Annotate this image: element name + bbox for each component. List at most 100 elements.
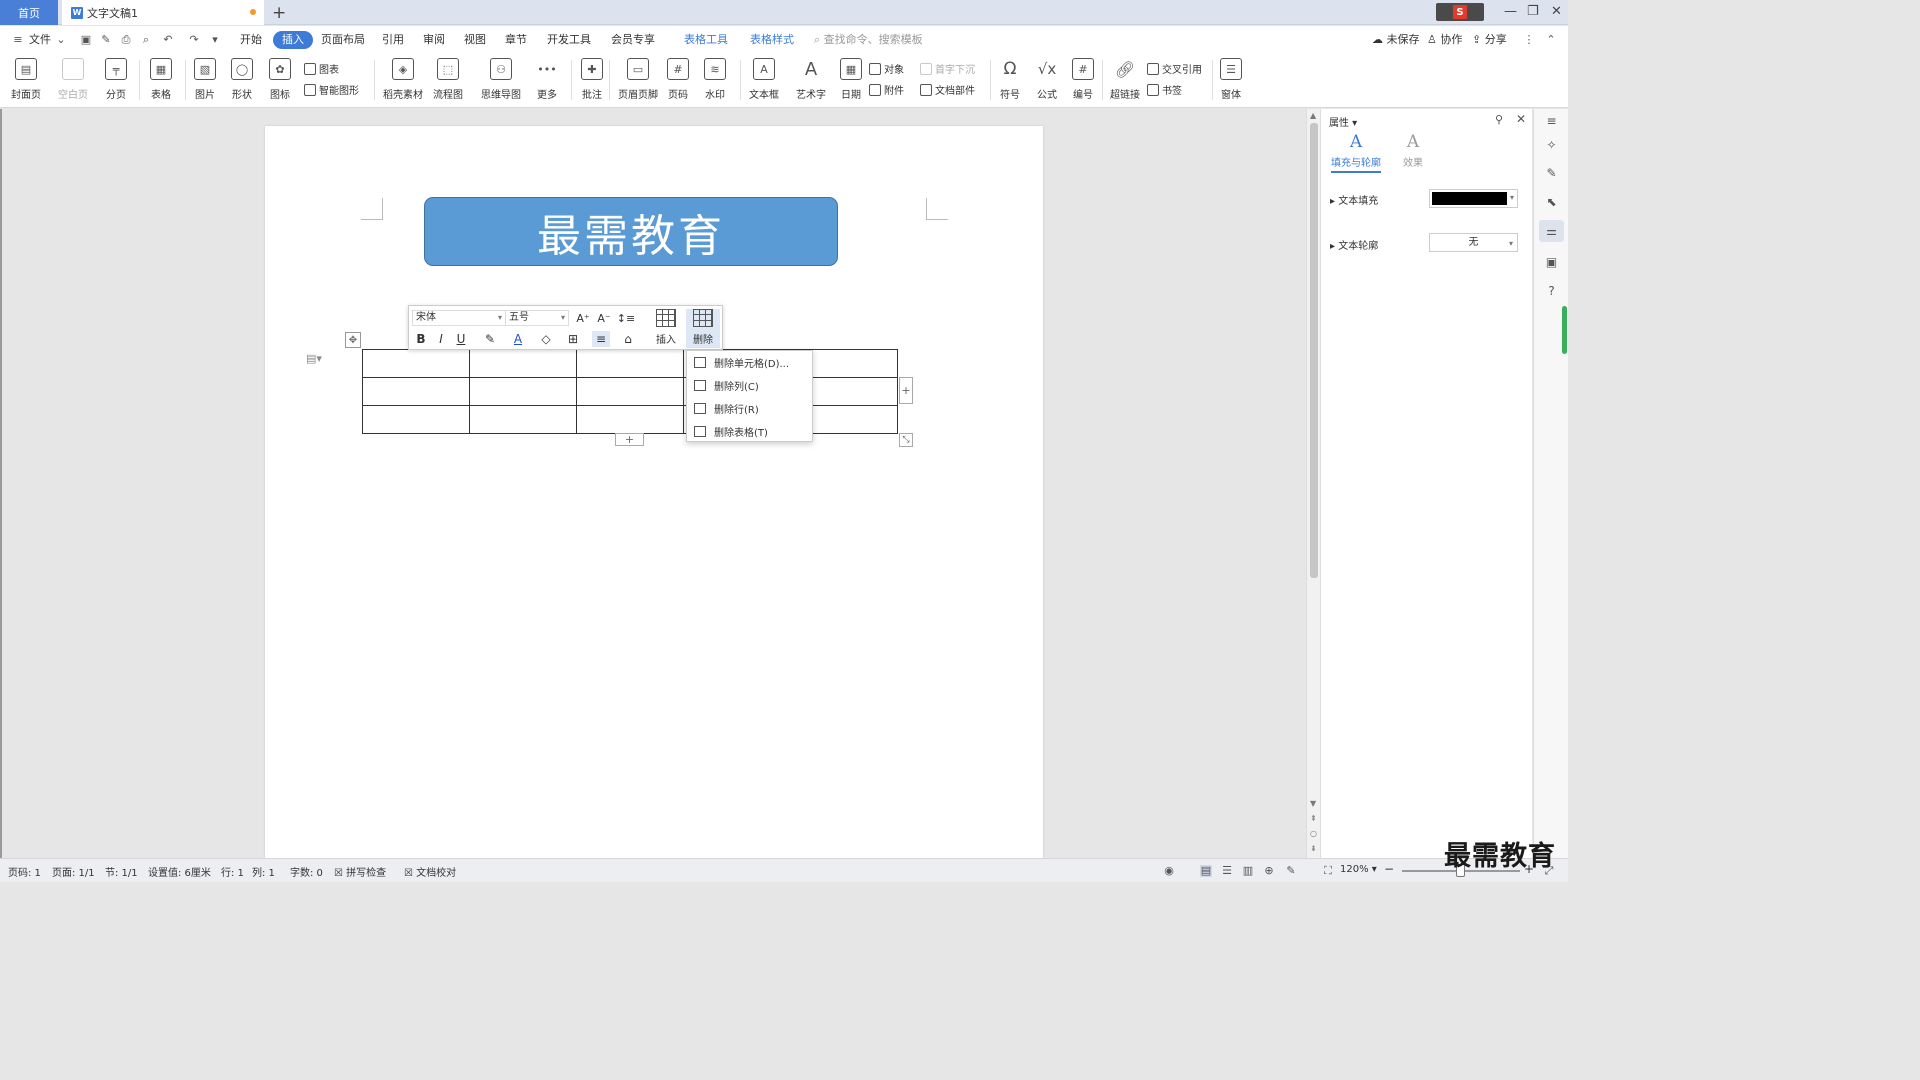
- cover-page-button[interactable]: ▤ 封面页: [11, 58, 41, 101]
- table-resize-handle-icon[interactable]: ⤡: [899, 433, 913, 447]
- flowchart-button[interactable]: ⬚ 流程图: [433, 58, 463, 101]
- header-footer-button[interactable]: ▭ 页眉页脚: [618, 58, 658, 101]
- rail-help-icon[interactable]: ?: [1544, 284, 1559, 299]
- bold-button[interactable]: B: [412, 331, 430, 347]
- share-button[interactable]: ⇪ 分享: [1472, 31, 1507, 49]
- chevron-down-icon[interactable]: ⌄: [55, 34, 67, 46]
- command-search[interactable]: ⌕ 查找命令、搜索模板: [814, 31, 923, 49]
- font-size-select[interactable]: 五号 ▾: [505, 310, 569, 326]
- symbol-button[interactable]: Ω 符号: [999, 58, 1021, 101]
- menu-developer[interactable]: 开发工具: [547, 31, 591, 49]
- collapse-ribbon-icon[interactable]: ⌃: [1545, 34, 1557, 46]
- menu-start[interactable]: 开始: [240, 31, 262, 49]
- browse-object-icon[interactable]: ○: [1310, 829, 1317, 838]
- quick-access-more-icon[interactable]: ▾: [209, 34, 221, 46]
- status-setting[interactable]: 设置值: 6厘米: [148, 864, 211, 879]
- doc-parts-button[interactable]: 文档部件: [920, 82, 975, 97]
- page-number-button[interactable]: # 页码: [667, 58, 689, 101]
- wordart-button[interactable]: A 艺术字: [796, 58, 826, 102]
- next-page-icon[interactable]: ⇟: [1310, 844, 1317, 853]
- minimize-button[interactable]: —: [1504, 4, 1517, 19]
- unsaved-status-button[interactable]: ☁ 未保存: [1372, 31, 1420, 49]
- table-cell[interactable]: [576, 405, 684, 434]
- menu-table-tools[interactable]: 表格工具: [684, 31, 728, 49]
- text-fill-row[interactable]: ▸ 文本填充: [1330, 192, 1378, 207]
- smartart-button[interactable]: 智能图形: [304, 82, 359, 97]
- status-pages[interactable]: 页面: 1/1: [52, 864, 95, 879]
- blank-page-button[interactable]: 空白页: [58, 58, 88, 101]
- delete-column-item[interactable]: 删除列(C): [687, 374, 812, 396]
- table-cell[interactable]: [469, 349, 577, 378]
- page-view-icon[interactable]: ▤: [1200, 865, 1212, 877]
- print-icon[interactable]: ⎙: [120, 34, 132, 46]
- rail-style-icon[interactable]: ✧: [1544, 138, 1559, 153]
- fit-page-icon[interactable]: ⛶: [1322, 865, 1334, 877]
- attachment-button[interactable]: 附件: [869, 82, 904, 97]
- close-panel-icon[interactable]: ✕: [1516, 112, 1526, 126]
- grow-font-icon[interactable]: A⁺: [574, 310, 592, 326]
- account-badge[interactable]: S: [1436, 3, 1484, 21]
- tab-home[interactable]: 首页: [0, 0, 58, 25]
- more-button[interactable]: ••• 更多: [536, 58, 558, 102]
- rail-properties-icon[interactable]: ⚌: [1539, 220, 1564, 242]
- add-row-button[interactable]: +: [615, 433, 644, 446]
- line-spacing-icon[interactable]: ↕≡: [617, 310, 635, 326]
- zoom-out-button[interactable]: −: [1384, 862, 1394, 876]
- table-button[interactable]: ▦ 表格: [150, 58, 172, 101]
- table-cell[interactable]: [362, 349, 470, 378]
- table-cell[interactable]: [469, 377, 577, 406]
- picture-button[interactable]: ▧ 图片: [194, 58, 216, 101]
- table-cell[interactable]: [576, 377, 684, 406]
- eraser-icon[interactable]: ⌂: [619, 331, 637, 347]
- underline-button[interactable]: U: [452, 331, 470, 347]
- insert-table-button[interactable]: 插入: [649, 309, 683, 348]
- menu-page-layout[interactable]: 页面布局: [321, 31, 365, 49]
- table-cell[interactable]: [362, 405, 470, 434]
- status-column[interactable]: 列: 1: [252, 864, 275, 879]
- shrink-font-icon[interactable]: A⁻: [595, 310, 613, 326]
- vertical-scrollbar[interactable]: ▲ ▼ ⇞ ○ ⇟: [1306, 109, 1320, 858]
- document-table[interactable]: [362, 349, 898, 434]
- reading-view-icon[interactable]: ▥: [1242, 865, 1254, 877]
- rail-select-icon[interactable]: ⬉: [1544, 195, 1559, 210]
- icons-button[interactable]: ✿ 图标: [269, 58, 291, 101]
- tab-fill-outline[interactable]: A 填充与轮廓: [1331, 133, 1381, 173]
- drop-cap-button[interactable]: 首字下沉: [920, 61, 975, 76]
- status-word-count[interactable]: 字数: 0: [290, 864, 323, 879]
- close-window-button[interactable]: ✕: [1551, 4, 1562, 19]
- text-outline-select[interactable]: 无 ▾: [1429, 233, 1518, 252]
- delete-table-button[interactable]: 删除: [686, 309, 720, 348]
- file-menu[interactable]: 文件: [29, 31, 51, 49]
- mindmap-button[interactable]: ⚇ 思维导图: [481, 58, 521, 101]
- collaborate-button[interactable]: ♙ 协作: [1427, 31, 1462, 49]
- watermark-button[interactable]: ≋ 水印: [704, 58, 726, 101]
- text-fill-color-picker[interactable]: ▾: [1429, 189, 1518, 208]
- search-input[interactable]: 查找命令、搜索模板: [824, 33, 923, 46]
- add-column-button[interactable]: +: [899, 377, 913, 404]
- borders-icon[interactable]: ⊞: [564, 331, 582, 347]
- menu-references[interactable]: 引用: [382, 31, 404, 49]
- menu-review[interactable]: 审阅: [423, 31, 445, 49]
- form-window-button[interactable]: ☰ 窗体: [1220, 58, 1242, 101]
- more-options-icon[interactable]: ⋮: [1523, 34, 1535, 46]
- web-view-icon[interactable]: ⊕: [1263, 865, 1275, 877]
- cross-reference-button[interactable]: 交叉引用: [1147, 61, 1202, 76]
- font-family-select[interactable]: 宋体 ▾: [412, 310, 506, 326]
- scroll-thumb[interactable]: [1310, 123, 1318, 578]
- save-icon[interactable]: ▣: [80, 34, 92, 46]
- menu-member[interactable]: 会员专享: [611, 31, 655, 49]
- print-preview-icon[interactable]: ⌕: [140, 34, 152, 46]
- bookmark-button[interactable]: 书签: [1147, 82, 1182, 97]
- table-move-handle-icon[interactable]: ✥: [345, 332, 361, 348]
- doc-check-button[interactable]: ☒ 文档校对: [404, 864, 456, 879]
- chart-button[interactable]: 图表: [304, 61, 339, 76]
- font-color-icon[interactable]: A: [509, 331, 527, 347]
- write-view-icon[interactable]: ✎: [1285, 865, 1297, 877]
- delete-cells-item[interactable]: 删除单元格(D)...: [687, 351, 812, 373]
- outline-view-icon[interactable]: ☰: [1221, 865, 1233, 877]
- menu-chapter[interactable]: 章节: [505, 31, 527, 49]
- hyperlink-button[interactable]: 🔗︎ 超链接: [1110, 58, 1140, 102]
- rail-backup-icon[interactable]: ▣: [1544, 255, 1559, 270]
- new-tab-button[interactable]: +: [272, 3, 286, 23]
- spell-check-button[interactable]: ☒ 拼写检查: [334, 864, 386, 879]
